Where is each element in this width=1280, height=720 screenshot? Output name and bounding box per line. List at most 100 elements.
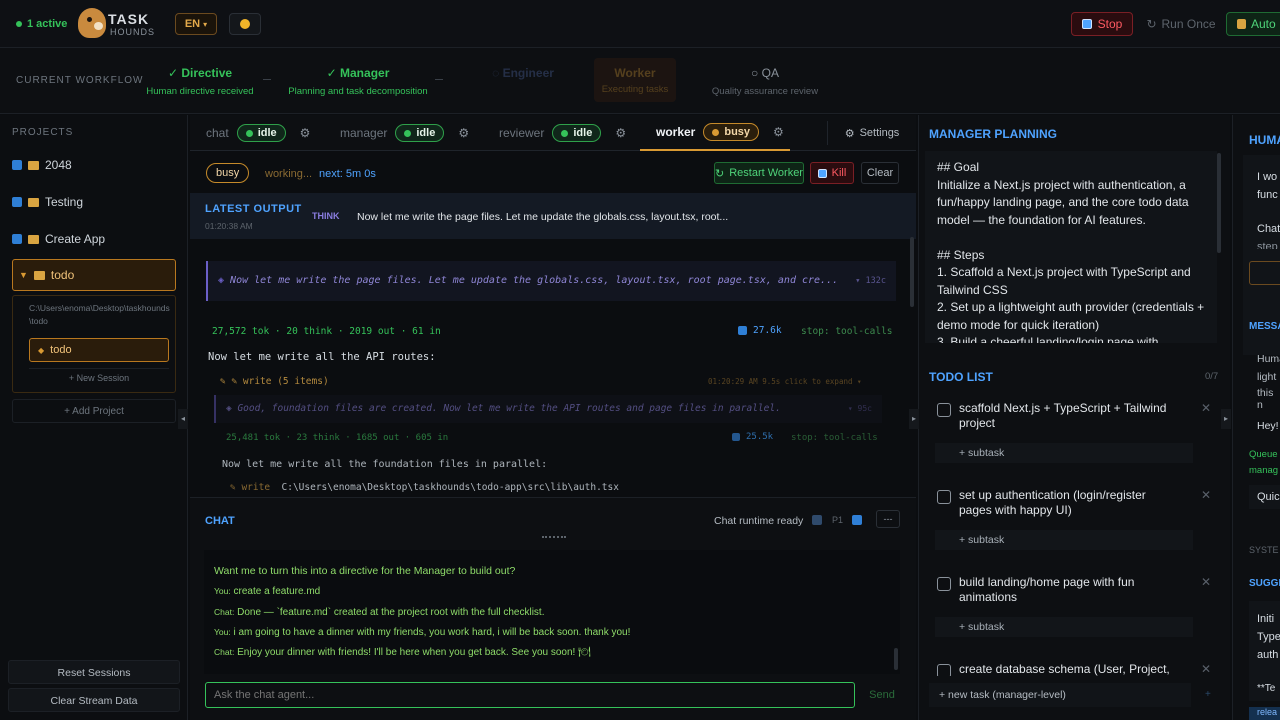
todo-checkbox[interactable]: [937, 664, 951, 676]
workflow-label: CURRENT WORKFLOW: [16, 75, 144, 86]
app-logo[interactable]: TASK HOUNDS: [78, 6, 158, 42]
latest-output-time: 01:20:38 AM: [205, 221, 253, 231]
chat-message: Want me to turn this into a directive fo…: [214, 565, 516, 577]
workflow-bar: CURRENT WORKFLOW ✓ Directive Human direc…: [0, 48, 1280, 114]
todo-checkbox[interactable]: [937, 490, 951, 504]
folder-icon: [33, 270, 45, 280]
chat-label: CHAT: [205, 515, 235, 527]
pencil-icon: ✎ ✎: [220, 376, 243, 387]
collapse-sidebar-icon[interactable]: ◂: [178, 409, 188, 429]
theme-toggle[interactable]: [229, 13, 261, 35]
tab-chat[interactable]: chat idle ⚙: [206, 115, 310, 151]
language-select[interactable]: EN ▾: [175, 13, 217, 35]
write-tool-row[interactable]: ✎ write C:\Users\enoma\Desktop\taskhound…: [230, 482, 619, 493]
sun-icon: [240, 19, 250, 29]
write-tool-row[interactable]: ✎ ✎ write (5 items) 01:20:29 AM 9.5s cli…: [220, 376, 884, 392]
project-item-2048[interactable]: 2048: [12, 149, 176, 181]
chat-panel: CHAT Chat runtime ready P1 --- Want me t…: [190, 497, 916, 720]
close-icon[interactable]: ✕: [1201, 662, 1211, 676]
gear-icon[interactable]: ⚙: [615, 126, 626, 140]
collapse-toggle-icon: [12, 234, 22, 244]
tab-manager[interactable]: manager idle ⚙: [340, 115, 469, 151]
add-subtask-button[interactable]: + subtask: [935, 530, 1193, 550]
stop-reason: stop: tool-calls: [801, 326, 893, 337]
project-sidebar: PROJECTS 2048 Testing Create App ▼ todo C…: [0, 115, 188, 720]
kill-button[interactable]: Kill: [810, 162, 854, 184]
run-once-button[interactable]: ↻ Run Once: [1141, 12, 1221, 36]
token-total: 25.5k: [732, 432, 773, 442]
think-char-count: ▾ 95c: [847, 404, 872, 413]
new-task-input[interactable]: + new task (manager-level): [929, 683, 1191, 707]
scrollbar[interactable]: [894, 648, 898, 670]
scrollbar[interactable]: [1217, 153, 1221, 253]
todo-checkbox[interactable]: [937, 403, 951, 417]
top-bar: 1 active TASK HOUNDS EN ▾ Stop ↻ Run Once…: [0, 0, 1280, 48]
prev-icon[interactable]: [812, 515, 822, 525]
think-block[interactable]: ◈ Now let me write the page files. Let m…: [206, 261, 896, 301]
send-button[interactable]: Send: [862, 682, 902, 708]
project-item-todo[interactable]: ▼ todo: [12, 259, 176, 291]
tab-reviewer[interactable]: reviewer idle ⚙: [499, 115, 626, 151]
workflow-step-engineer: ◌ Engineer: [492, 66, 554, 80]
active-dot-icon: [16, 21, 22, 27]
clear-stream-button[interactable]: Clear Stream Data: [8, 688, 180, 712]
close-icon[interactable]: ✕: [1201, 401, 1211, 415]
add-icon[interactable]: +: [1205, 689, 1211, 700]
refresh-icon: ↻: [715, 167, 725, 180]
worker-panel: busy working... next: 5m 0s ↻ Restart Wor…: [190, 151, 916, 720]
manager-plan: ## Goal Initialize a Next.js project wit…: [925, 151, 1217, 343]
todo-item: create database schema (User, Project, ✕: [937, 662, 1211, 676]
worker-next-run: next: 5m 0s: [319, 168, 376, 180]
hound-logo-icon: [78, 8, 106, 38]
reset-sessions-button[interactable]: Reset Sessions: [8, 660, 180, 684]
gear-icon[interactable]: ⚙: [458, 126, 469, 140]
close-icon[interactable]: ✕: [1201, 575, 1211, 589]
worker-message: Now let me write all the foundation file…: [222, 459, 548, 470]
chat-runtime-status: Chat runtime ready: [714, 515, 804, 527]
settings-button[interactable]: ⚙ Settings: [827, 121, 916, 145]
messages-label: MESSA: [1249, 321, 1280, 332]
plan-text: ## Goal Initialize a Next.js project wit…: [937, 160, 1205, 343]
workflow-step-worker: Worker Executing tasks: [594, 58, 676, 102]
worker-working-text: working...: [265, 168, 313, 180]
worker-status-badge: busy: [206, 163, 250, 183]
gear-icon[interactable]: ⚙: [300, 126, 311, 140]
project-item-testing[interactable]: Testing: [12, 186, 176, 218]
chat-menu-button[interactable]: ---: [876, 510, 900, 528]
expand-panel-icon[interactable]: ▸: [1221, 409, 1231, 429]
gear-icon[interactable]: ⚙: [773, 125, 784, 139]
chat-input[interactable]: [205, 682, 855, 708]
session-item-todo[interactable]: ◆ todo: [29, 338, 169, 362]
think-block[interactable]: ◈ Good, foundation files are created. No…: [214, 395, 882, 423]
todo-list-title: TODO LIST: [929, 370, 993, 384]
add-subtask-button[interactable]: + subtask: [935, 617, 1193, 637]
circle-icon: ○: [751, 66, 759, 80]
drag-handle[interactable]: [542, 536, 566, 540]
workflow-step-qa: ○ QA Quality assurance review: [711, 66, 819, 97]
tab-worker[interactable]: worker busy ⚙: [640, 115, 790, 151]
project-item-create-app[interactable]: Create App: [12, 223, 176, 255]
expand-panel-icon[interactable]: ▸: [909, 409, 919, 429]
diamond-icon: ◆: [38, 345, 45, 355]
add-project-button[interactable]: + Add Project: [12, 399, 176, 423]
scrollbar[interactable]: [910, 237, 914, 307]
new-session-button[interactable]: + New Session: [29, 368, 169, 386]
think-text: ◈ Good, foundation files are created. No…: [226, 403, 781, 414]
clear-button[interactable]: Clear: [861, 162, 899, 184]
todo-checkbox[interactable]: [937, 577, 951, 591]
add-subtask-button[interactable]: + subtask: [935, 443, 1193, 463]
suggestion-card[interactable]: Initi Type auth **Te: [1249, 601, 1280, 701]
token-stats: 25,481 tok · 23 think · 1685 out · 605 i…: [226, 433, 449, 443]
stop-button[interactable]: Stop: [1071, 12, 1133, 36]
restart-worker-button[interactable]: ↻ Restart Worker: [714, 162, 804, 184]
next-icon[interactable]: [852, 515, 862, 525]
directive-button[interactable]: [1249, 261, 1280, 285]
think-char-count: ▾ 132c: [855, 276, 886, 286]
chat-messages: Want me to turn this into a directive fo…: [204, 550, 900, 674]
close-icon[interactable]: ✕: [1201, 488, 1211, 502]
auto-button[interactable]: Auto: [1226, 12, 1280, 36]
collapse-toggle-icon: [12, 197, 22, 207]
chevron-down-icon: ▾: [203, 19, 208, 29]
logo-text: TASK: [108, 11, 150, 27]
quick-input[interactable]: Quic: [1249, 485, 1280, 509]
